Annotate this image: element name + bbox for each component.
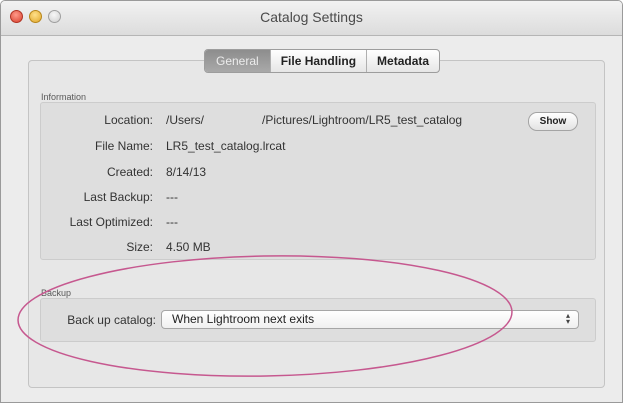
updown-arrows-icon: ▴ ▾	[565, 311, 570, 326]
filename-value: LR5_test_catalog.lrcat	[166, 139, 286, 153]
tab-bar: General File Handling Metadata	[204, 49, 441, 73]
last-optimized-label: Last Optimized:	[69, 215, 153, 229]
title-bar: Catalog Settings	[1, 1, 622, 36]
location-label: Location:	[104, 113, 153, 127]
size-label: Size:	[126, 240, 153, 254]
tab-metadata[interactable]: Metadata	[367, 50, 439, 72]
backup-section-label: Backup	[41, 288, 72, 298]
backup-frequency-select[interactable]: When Lightroom next exits ▴ ▾	[161, 310, 579, 329]
last-optimized-value: ---	[166, 215, 178, 229]
backup-label: Back up catalog:	[67, 313, 156, 327]
last-backup-value: ---	[166, 190, 178, 204]
tab-general[interactable]: General	[205, 50, 271, 72]
show-button[interactable]: Show	[528, 112, 578, 131]
location-value-end: /Pictures/Lightroom/LR5_test_catalog	[262, 113, 463, 127]
information-section-label: Information	[41, 92, 87, 102]
created-value: 8/14/13	[166, 165, 207, 179]
created-label: Created:	[106, 165, 153, 179]
filename-label: File Name:	[94, 139, 153, 153]
location-value-start: /Users/	[166, 113, 205, 127]
catalog-settings-window: Catalog Settings General File Handling M…	[0, 0, 623, 403]
window-title: Catalog Settings	[260, 9, 363, 25]
backup-frequency-value: When Lightroom next exits	[172, 312, 315, 326]
size-value: 4.50 MB	[166, 240, 211, 254]
tab-file-handling[interactable]: File Handling	[271, 50, 368, 72]
last-backup-label: Last Backup:	[83, 190, 153, 204]
